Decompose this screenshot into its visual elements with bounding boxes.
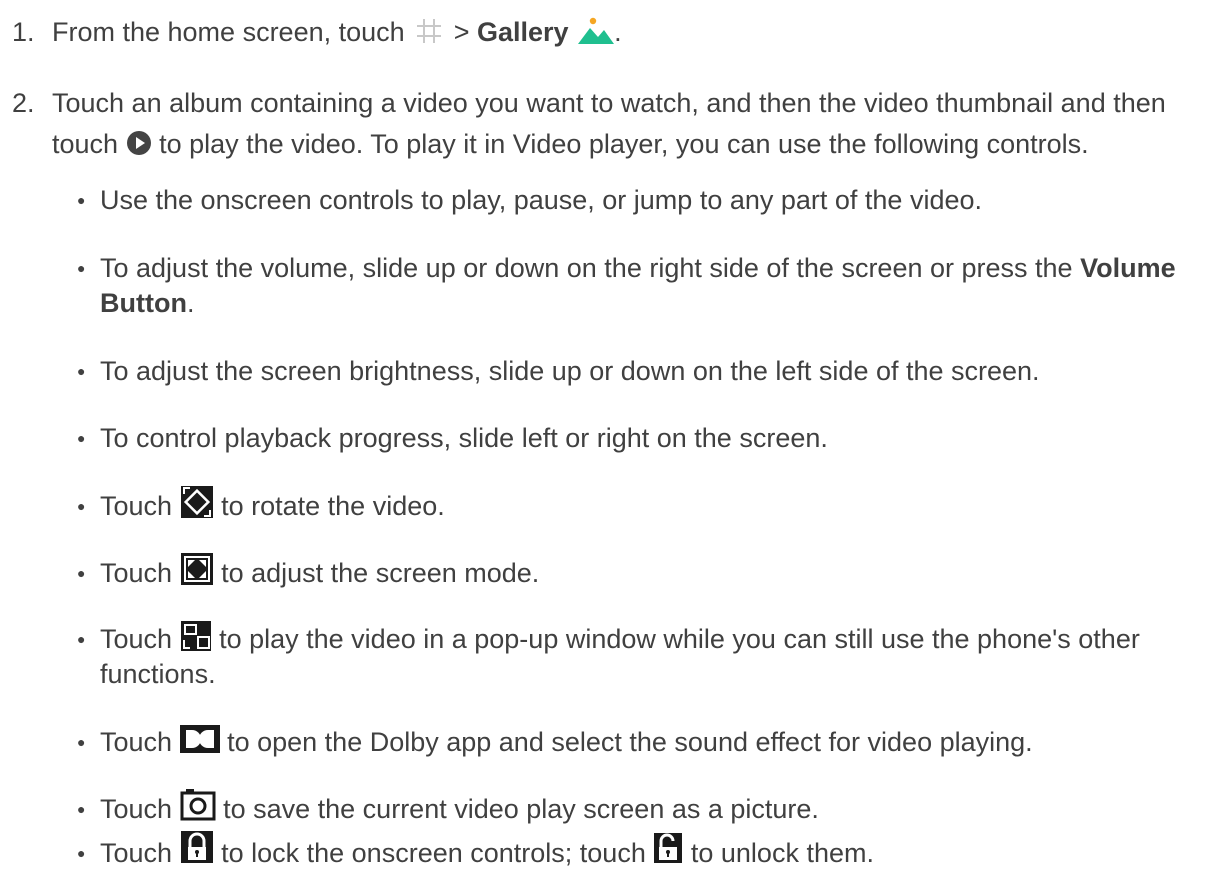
- bullet-text: Touch to lock the onscreen controls; tou…: [100, 830, 874, 872]
- bullet-text: Touch to save the current video play scr…: [100, 788, 819, 827]
- button-label: Button: [100, 288, 187, 318]
- bullet-dot: ●: [77, 363, 86, 379]
- step-2-line-1: Touch an album containing a video you wa…: [52, 88, 1166, 118]
- dolby-icon: [179, 724, 220, 754]
- bullet-text-part: Touch: [100, 624, 173, 654]
- bullet-dot: ●: [77, 498, 86, 514]
- step-text: to play the video. To play it in Video p…: [159, 129, 1089, 159]
- step-text: From the home screen, touch: [52, 17, 405, 47]
- unlock-icon: [653, 832, 683, 864]
- bullet-text-part: Touch: [100, 838, 173, 868]
- bullet-text-part: to save the current video play screen as…: [223, 794, 819, 824]
- bullet-dot: ●: [77, 845, 86, 861]
- screen-mode-icon: [180, 552, 214, 586]
- bullet-text-part: Touch: [100, 727, 173, 757]
- bullet-dot: ●: [77, 260, 86, 276]
- bullet-dot: ●: [77, 734, 86, 750]
- popup-window-icon: [180, 620, 212, 652]
- bullet-text: To adjust the volume, slide up or down o…: [100, 251, 1176, 285]
- bullet-text-part: to open the Dolby app and select the sou…: [227, 727, 1033, 757]
- step-number: 1.: [12, 17, 35, 47]
- step-text: touch: [52, 129, 119, 159]
- step-number: 2.: [12, 88, 35, 118]
- apps-grid-icon: [414, 16, 444, 46]
- step-2-line-2: touch to play the video. To play it in V…: [52, 127, 1089, 161]
- gallery-icon: [578, 15, 615, 45]
- bullet-dot: ●: [77, 430, 86, 446]
- bullet-text-part: to play the video in a pop-up window whi…: [219, 624, 1140, 654]
- bullet-text-part: to unlock them.: [690, 838, 874, 868]
- play-icon: [126, 130, 152, 156]
- step-end: .: [614, 17, 622, 47]
- bullet-dot: ●: [77, 192, 86, 208]
- bullet-text: Use the onscreen controls to play, pause…: [100, 185, 982, 215]
- bullet-dot: ●: [77, 631, 86, 647]
- lock-icon: [180, 830, 214, 864]
- bullet-text: To control playback progress, slide left…: [100, 423, 828, 453]
- bullet-text: Touch to rotate the video.: [100, 485, 445, 525]
- bullet-end: .: [186, 288, 195, 318]
- step-1-text: From the home screen, touch > Gallery .: [52, 15, 622, 49]
- separator: >: [453, 17, 470, 47]
- volume-label: Volume: [1080, 253, 1176, 283]
- bullet-text-part: Touch: [100, 558, 173, 588]
- bullet-text-part: Touch: [100, 794, 173, 824]
- bullet-text-part: to lock the onscreen controls; touch: [221, 838, 646, 868]
- bullet-text-part: to adjust the screen mode.: [221, 558, 540, 588]
- bullet-text-continued: functions.: [100, 659, 216, 689]
- gallery-label: Gallery: [477, 17, 569, 47]
- bullet-text: Touch to open the Dolby app and select t…: [100, 724, 1033, 759]
- bullet-text: Touch to play the video in a pop-up wind…: [100, 620, 1140, 657]
- bullet-text: Touch to adjust the screen mode.: [100, 552, 540, 592]
- bullet-dot: ●: [77, 801, 86, 817]
- bullet-text-part: to rotate the video.: [221, 491, 445, 521]
- capture-icon: [180, 788, 216, 821]
- bullet-text-part: Touch: [100, 491, 173, 521]
- bullet-text-part: To adjust the volume, slide up or down o…: [100, 253, 1073, 283]
- bullet-text: To adjust the screen brightness, slide u…: [100, 356, 1040, 386]
- bullet-dot: ●: [77, 565, 86, 581]
- rotate-icon: [180, 485, 214, 519]
- bullet-text: Button.: [100, 286, 194, 320]
